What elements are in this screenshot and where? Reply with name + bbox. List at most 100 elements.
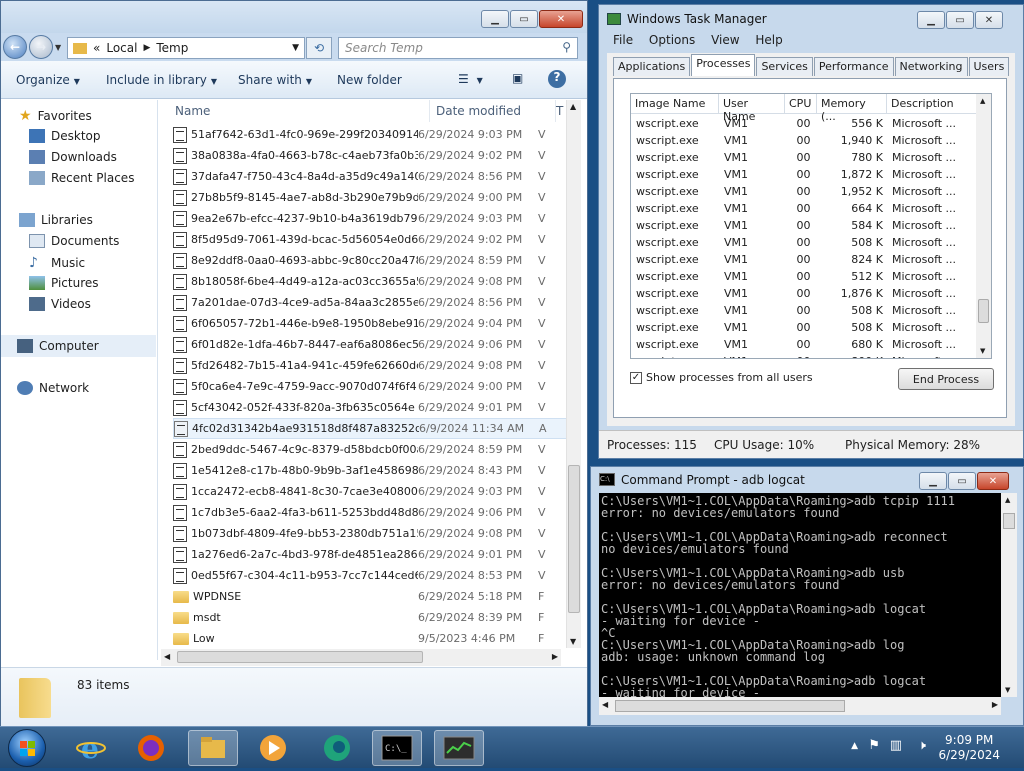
file-row[interactable]: 4fc02d31342b4ae931518d8f487a83252d11...6… xyxy=(173,418,568,439)
file-list-horizontal-scrollbar[interactable]: ◀ ▶ xyxy=(161,649,561,666)
menu-options[interactable]: Options xyxy=(649,33,695,47)
internet-explorer-icon[interactable]: e xyxy=(66,730,116,766)
tab-processes[interactable]: Processes xyxy=(691,54,756,76)
column-header-cpu[interactable]: CPU xyxy=(785,94,817,113)
address-bar[interactable]: « Local ▶ Temp ▼ xyxy=(67,37,305,59)
media-player-icon[interactable] xyxy=(248,730,298,766)
file-row[interactable]: 51af7642-63d1-4fc0-969e-299f20340914 6/29… xyxy=(173,124,568,145)
scroll-down-icon[interactable]: ▼ xyxy=(570,637,576,646)
scrollbar-thumb[interactable] xyxy=(177,651,423,663)
column-header-user-name[interactable]: User Name xyxy=(719,94,785,123)
scrollbar-thumb[interactable] xyxy=(568,465,580,613)
process-row[interactable]: wscript.exe VM1 00 1,952 K Microsoft ... xyxy=(631,183,977,200)
process-row[interactable]: wscript.exe VM1 00 508 K Microsoft ... xyxy=(631,319,977,336)
back-button[interactable]: ← xyxy=(3,35,27,59)
file-row[interactable]: 9ea2e67b-efcc-4237-9b10-b4a3619db795 6/29… xyxy=(173,208,568,229)
include-in-library-button[interactable]: Include in library ▼ xyxy=(106,73,217,87)
nav-documents[interactable]: Documents xyxy=(29,234,119,248)
folder-row[interactable]: WPDNSE 6/29/2024 5:18 PM F xyxy=(173,586,568,607)
recent-pages-dropdown-icon[interactable]: ▼ xyxy=(55,43,61,52)
process-row[interactable]: wscript.exe VM1 00 584 K Microsoft ... xyxy=(631,217,977,234)
file-row[interactable]: 1c7db3e5-6aa2-4fa3-b611-5253bdd48d84 6/29… xyxy=(173,502,568,523)
menu-file[interactable]: File xyxy=(613,33,633,47)
file-row[interactable]: 1cca2472-ecb8-4841-8c30-7cae3e40800e 6/29… xyxy=(173,481,568,502)
scroll-right-icon[interactable]: ▶ xyxy=(552,652,558,661)
nav-pictures[interactable]: Pictures xyxy=(29,276,99,290)
maximize-button[interactable]: ▭ xyxy=(948,472,976,490)
share-with-button[interactable]: Share with ▼ xyxy=(238,73,312,87)
column-header-image-name[interactable]: Image Name xyxy=(631,94,719,113)
file-row[interactable]: 5cf43042-052f-433f-820a-3fb635c0564e 6/29… xyxy=(173,397,568,418)
process-row[interactable]: wscript.exe VM1 00 780 K Microsoft ... xyxy=(631,149,977,166)
file-row[interactable]: 8e92ddf8-0aa0-4693-abbc-9c80cc20a478 6/29… xyxy=(173,250,568,271)
file-row[interactable]: 5fd26482-7b15-41a4-941c-459fe62660dc 6/29… xyxy=(173,355,568,376)
change-view-icon[interactable]: ☰ ▼ xyxy=(458,72,483,86)
nav-libraries[interactable]: Libraries xyxy=(19,213,93,227)
file-list-vertical-scrollbar[interactable]: ▲ ▼ xyxy=(566,100,581,648)
process-row[interactable]: wscript.exe VM1 00 1,872 K Microsoft ... xyxy=(631,166,977,183)
folder-row[interactable]: Low 9/5/2023 4:46 PM F xyxy=(173,628,568,649)
process-row[interactable]: wscript.exe VM1 00 556 K Microsoft ... xyxy=(631,115,977,132)
edge-icon[interactable] xyxy=(312,730,362,766)
network-status-icon[interactable]: ▥ xyxy=(890,738,902,753)
breadcrumb-temp[interactable]: Temp xyxy=(156,41,188,55)
file-row[interactable]: 8f5d95d9-7061-439d-bcac-5d56054e0d6b 6/29… xyxy=(173,229,568,250)
start-button[interactable] xyxy=(8,729,46,767)
task-manager-icon[interactable] xyxy=(434,730,484,766)
search-input[interactable]: Search Temp ⚲ xyxy=(338,37,578,59)
tab-applications[interactable]: Applications xyxy=(613,57,691,76)
end-process-button[interactable]: End Process xyxy=(898,368,994,390)
clock[interactable]: 9:09 PM 6/29/2024 xyxy=(938,733,1000,763)
search-icon[interactable]: ⚲ xyxy=(562,40,571,54)
file-row[interactable]: 8b18058f-6be4-4d49-a12a-ac03cc3655a5 6/29… xyxy=(173,271,568,292)
show-hidden-icons-icon[interactable]: ▲ xyxy=(851,741,858,751)
scroll-right-icon[interactable]: ▶ xyxy=(992,700,998,709)
file-row[interactable]: 27b8b5f9-8145-4ae7-ab8d-3b290e79b9d2 6/29… xyxy=(173,187,568,208)
process-row[interactable]: wscript.exe VM1 00 824 K Microsoft ... xyxy=(631,251,977,268)
console-horizontal-scrollbar[interactable]: ◀ ▶ xyxy=(599,697,1001,715)
close-button[interactable]: ✕ xyxy=(975,11,1003,29)
forward-button[interactable]: → xyxy=(29,35,53,59)
process-row[interactable]: wscript.exe VM1 00 508 K Microsoft ... xyxy=(631,234,977,251)
file-row[interactable]: 6f065057-72b1-446e-b9e8-1950b8ebe910 6/29… xyxy=(173,313,568,334)
file-row[interactable]: 2bed9ddc-5467-4c9c-8379-d58bdcb0f00a 6/29… xyxy=(173,439,568,460)
file-row[interactable]: 38a0838a-4fa0-4663-b78c-c4aeb73fa0b3 6/29… xyxy=(173,145,568,166)
process-row[interactable]: wscript.exe VM1 00 664 K Microsoft ... xyxy=(631,200,977,217)
scrollbar-thumb[interactable] xyxy=(615,700,845,712)
minimize-button[interactable]: ▁ xyxy=(919,472,947,490)
process-row[interactable]: wscript.exeVM100800 KMicrosoft ... xyxy=(631,353,977,358)
menu-view[interactable]: View xyxy=(711,33,739,47)
scroll-up-icon[interactable]: ▲ xyxy=(980,97,985,105)
organize-button[interactable]: Organize ▼ xyxy=(16,73,80,87)
file-row[interactable]: 5f0ca6e4-7e9c-4759-9acc-9070d074f6f4 6/29… xyxy=(173,376,568,397)
console-vertical-scrollbar[interactable]: ▲ ▼ xyxy=(1001,493,1017,697)
column-header-description[interactable]: Description xyxy=(887,94,977,113)
breadcrumb-local[interactable]: Local xyxy=(106,41,137,55)
firefox-icon[interactable] xyxy=(126,730,176,766)
process-list-scrollbar[interactable]: ▲ ▼ xyxy=(976,94,991,358)
file-row[interactable]: 1a276ed6-2a7c-4bd3-978f-de4851ea2860 6/29… xyxy=(173,544,568,565)
nav-favorites[interactable]: ★ Favorites xyxy=(19,108,92,124)
nav-recent-places[interactable]: Recent Places xyxy=(29,171,134,185)
column-header-date-modified[interactable]: Date modified xyxy=(436,100,556,122)
console-output[interactable]: C:\Users\VM1~1.COL\AppData\Roaming>adb t… xyxy=(599,493,1001,697)
action-center-flag-icon[interactable]: ⚑ xyxy=(868,738,880,753)
tab-networking[interactable]: Networking xyxy=(894,57,968,76)
command-prompt-icon[interactable]: C:\_ xyxy=(372,730,422,766)
menu-help[interactable]: Help xyxy=(755,33,782,47)
tab-performance[interactable]: Performance xyxy=(813,57,894,76)
checkbox-icon[interactable]: ✓ xyxy=(630,371,642,384)
new-folder-button[interactable]: New folder xyxy=(337,73,402,87)
column-header-memory[interactable]: Memory (... xyxy=(817,94,887,123)
maximize-button[interactable]: ▭ xyxy=(946,11,974,29)
preview-pane-icon[interactable]: ▣ xyxy=(512,71,523,85)
scroll-up-icon[interactable]: ▲ xyxy=(1005,496,1010,504)
nav-network[interactable]: Network xyxy=(17,381,89,395)
file-row[interactable]: 37dafa47-f750-43c4-8a4d-a35d9c49a140 6/29… xyxy=(173,166,568,187)
close-button[interactable]: ✕ xyxy=(977,472,1009,490)
file-row[interactable]: 6f01d82e-1dfa-46b7-8447-eaf6a8086ec5 6/29… xyxy=(173,334,568,355)
nav-videos[interactable]: Videos xyxy=(29,297,91,311)
nav-computer[interactable]: Computer xyxy=(1,335,156,357)
process-row[interactable]: wscript.exe VM1 00 680 K Microsoft ... xyxy=(631,336,977,353)
process-row[interactable]: wscript.exe VM1 00 512 K Microsoft ... xyxy=(631,268,977,285)
